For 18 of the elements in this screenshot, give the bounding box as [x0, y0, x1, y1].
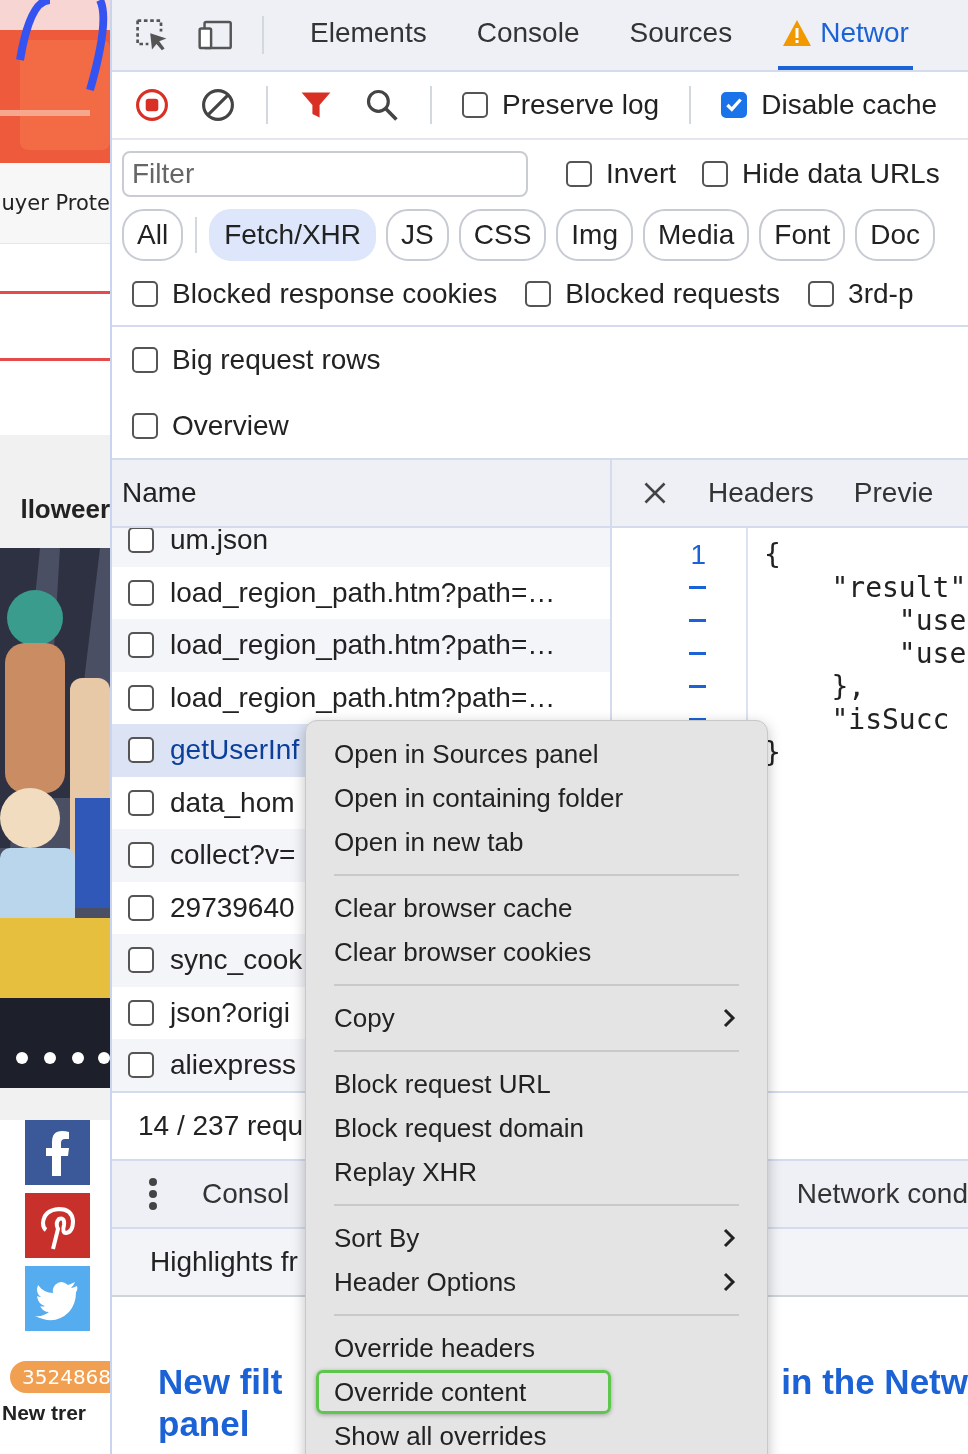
column-header: Name	[122, 477, 197, 509]
page-heading: lloweer	[20, 493, 110, 525]
code-line: "result"	[830, 571, 967, 604]
code-line: },	[830, 670, 867, 703]
drawer-title: Highlights fr	[150, 1246, 298, 1278]
page-headline: New trer	[2, 1401, 87, 1425]
code-line: "use	[897, 637, 967, 670]
code-line: "isSucc	[830, 703, 951, 736]
count-badge: 3524868	[10, 1361, 110, 1393]
code-line: {	[764, 538, 782, 571]
code-line: "use	[897, 604, 967, 637]
article-title: New filt	[158, 1361, 283, 1403]
article-title: panel	[158, 1403, 250, 1445]
article-title: in the Netw	[781, 1361, 968, 1403]
line-number: 1	[690, 538, 706, 571]
status-text: 14 / 237 requ	[138, 1110, 304, 1142]
code-line: }	[764, 736, 782, 769]
page-text: uyer Prote	[1, 191, 110, 215]
